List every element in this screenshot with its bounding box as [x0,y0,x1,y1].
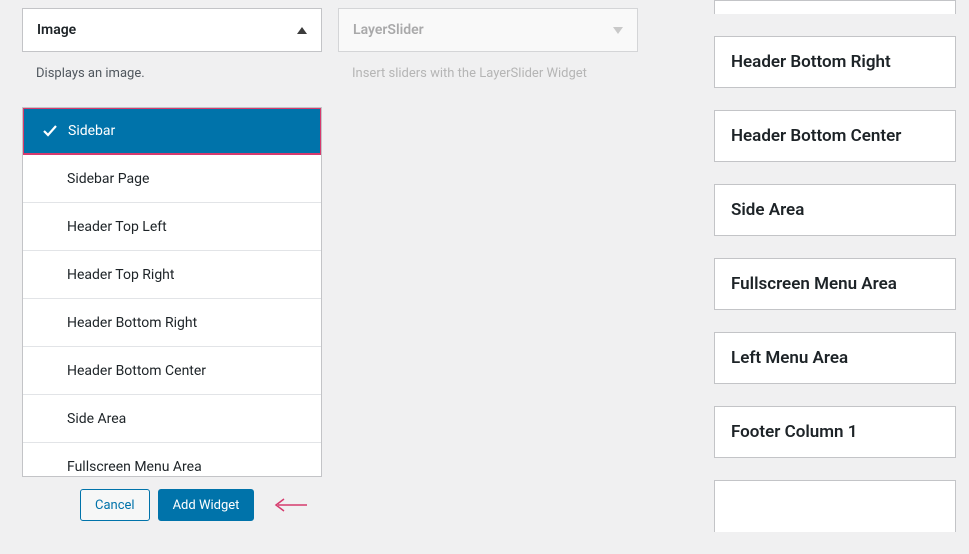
listbox-item-label: Header Top Right [67,267,174,283]
listbox-item-label: Sidebar [68,123,115,139]
listbox-item-label: Fullscreen Menu Area [67,459,202,475]
sidebar-area-label: Left Menu Area [731,348,848,368]
widget-description: Displays an image. [36,66,322,81]
listbox-item[interactable]: Header Bottom Center [23,347,321,395]
widget-selector-layerslider[interactable]: LayerSlider [338,8,638,52]
listbox-item-label: Side Area [67,411,126,427]
listbox-item[interactable]: Sidebar Page [23,155,321,203]
sidebar-area-partial-bottom[interactable] [714,480,956,532]
chevron-down-icon [613,27,623,34]
listbox-item-sidebar[interactable]: Sidebar [23,108,321,155]
arrow-left-icon [272,498,308,512]
sidebar-area[interactable]: Footer Column 1 [714,406,956,458]
sidebar-area[interactable]: Fullscreen Menu Area [714,258,956,310]
listbox-item[interactable]: Fullscreen Menu Area [23,443,321,476]
sidebar-area-label: Header Bottom Right [731,52,891,72]
listbox-item[interactable]: Side Area [23,395,321,443]
cancel-button[interactable]: Cancel [80,489,150,521]
add-widget-label: Add Widget [173,498,240,513]
listbox-item-label: Header Top Left [67,219,167,235]
listbox-scroll[interactable]: Sidebar Sidebar Page Header Top Left Hea… [23,108,321,476]
cancel-label: Cancel [95,498,135,513]
sidebar-area-listbox: Sidebar Sidebar Page Header Top Left Hea… [22,107,322,477]
listbox-item-label: Sidebar Page [67,171,149,187]
listbox-item[interactable]: Header Bottom Right [23,299,321,347]
sidebar-area[interactable]: Left Menu Area [714,332,956,384]
sidebar-area-label: Side Area [731,200,804,220]
widget-title: Image [37,22,76,38]
sidebar-area-label: Fullscreen Menu Area [731,274,897,294]
sidebar-area-label: Footer Column 1 [731,422,857,442]
listbox-item-label: Header Bottom Right [67,315,197,331]
chevron-up-icon [297,27,307,34]
sidebar-area-partial-top[interactable] [714,0,956,14]
sidebar-area[interactable]: Header Bottom Center [714,110,956,162]
listbox-item[interactable]: Header Top Right [23,251,321,299]
add-widget-button[interactable]: Add Widget [158,489,255,521]
listbox-item-label: Header Bottom Center [67,363,206,379]
widget-selector-image[interactable]: Image [22,8,322,52]
check-icon [42,123,68,139]
listbox-item[interactable]: Header Top Left [23,203,321,251]
sidebar-area[interactable]: Header Bottom Right [714,36,956,88]
widget-description: Insert sliders with the LayerSlider Widg… [352,66,638,81]
sidebar-area-label: Header Bottom Center [731,126,901,146]
sidebar-area[interactable]: Side Area [714,184,956,236]
actions-row: Cancel Add Widget [80,489,322,521]
widget-title: LayerSlider [353,22,424,38]
